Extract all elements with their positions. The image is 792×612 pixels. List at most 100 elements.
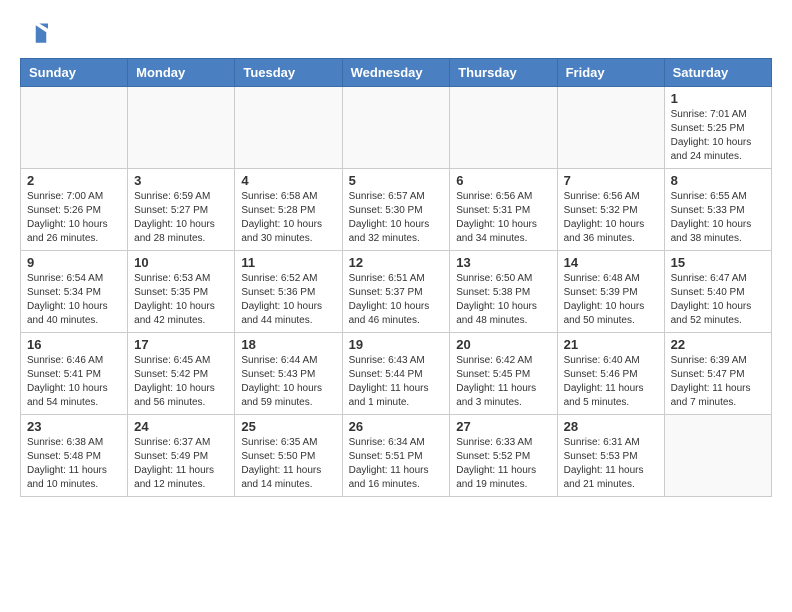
calendar-day-cell: 14 Sunrise: 6:48 AM Sunset: 5:39 PM Dayli… (557, 251, 664, 333)
day-info: Sunrise: 6:57 AM Sunset: 5:30 PM Dayligh… (349, 190, 444, 246)
calendar-day-cell (235, 87, 342, 169)
day-info: Sunrise: 6:34 AM Sunset: 5:51 PM Dayligh… (349, 436, 444, 492)
day-info: Sunrise: 6:47 AM Sunset: 5:40 PM Dayligh… (671, 272, 765, 328)
day-info: Sunrise: 7:01 AM Sunset: 5:25 PM Dayligh… (671, 108, 765, 164)
calendar-day-cell: 17 Sunrise: 6:45 AM Sunset: 5:42 PM Dayli… (128, 333, 235, 415)
calendar-week-row: 23 Sunrise: 6:38 AM Sunset: 5:48 PM Dayli… (21, 415, 772, 497)
day-info: Sunrise: 6:56 AM Sunset: 5:32 PM Dayligh… (564, 190, 658, 246)
day-number: 12 (349, 255, 444, 270)
calendar-day-cell: 16 Sunrise: 6:46 AM Sunset: 5:41 PM Dayli… (21, 333, 128, 415)
day-info: Sunrise: 6:42 AM Sunset: 5:45 PM Dayligh… (456, 354, 550, 410)
day-number: 14 (564, 255, 658, 270)
day-info: Sunrise: 6:50 AM Sunset: 5:38 PM Dayligh… (456, 272, 550, 328)
day-info: Sunrise: 6:46 AM Sunset: 5:41 PM Dayligh… (27, 354, 121, 410)
day-number: 3 (134, 173, 228, 188)
weekday-header: Tuesday (235, 59, 342, 87)
day-number: 1 (671, 91, 765, 106)
calendar-day-cell: 10Sunrise: 6:53 AM Sunset: 5:35 PM Dayli… (128, 251, 235, 333)
day-number: 6 (456, 173, 550, 188)
calendar-week-row: 16 Sunrise: 6:46 AM Sunset: 5:41 PM Dayli… (21, 333, 772, 415)
calendar-day-cell: 22 Sunrise: 6:39 AM Sunset: 5:47 PM Dayli… (664, 333, 771, 415)
day-number: 19 (349, 337, 444, 352)
weekday-header: Saturday (664, 59, 771, 87)
day-number: 15 (671, 255, 765, 270)
day-info: Sunrise: 6:54 AM Sunset: 5:34 PM Dayligh… (27, 272, 121, 328)
day-number: 24 (134, 419, 228, 434)
calendar-day-cell: 3 Sunrise: 6:59 AM Sunset: 5:27 PM Daylig… (128, 169, 235, 251)
calendar-day-cell: 8 Sunrise: 6:55 AM Sunset: 5:33 PM Daylig… (664, 169, 771, 251)
logo-icon (20, 20, 48, 48)
day-number: 21 (564, 337, 658, 352)
day-number: 17 (134, 337, 228, 352)
calendar-day-cell (450, 87, 557, 169)
calendar-day-cell: 7Sunrise: 6:56 AM Sunset: 5:32 PM Daylig… (557, 169, 664, 251)
calendar-day-cell: 12 Sunrise: 6:51 AM Sunset: 5:37 PM Dayli… (342, 251, 450, 333)
day-number: 23 (27, 419, 121, 434)
weekday-header: Wednesday (342, 59, 450, 87)
day-info: Sunrise: 6:39 AM Sunset: 5:47 PM Dayligh… (671, 354, 765, 410)
day-info: Sunrise: 6:43 AM Sunset: 5:44 PM Dayligh… (349, 354, 444, 410)
calendar-day-cell (557, 87, 664, 169)
day-info: Sunrise: 6:33 AM Sunset: 5:52 PM Dayligh… (456, 436, 550, 492)
calendar-day-cell: 28 Sunrise: 6:31 AM Sunset: 5:53 PM Dayli… (557, 415, 664, 497)
calendar-day-cell: 6 Sunrise: 6:56 AM Sunset: 5:31 PM Daylig… (450, 169, 557, 251)
calendar-day-cell: 24 Sunrise: 6:37 AM Sunset: 5:49 PM Dayli… (128, 415, 235, 497)
day-number: 16 (27, 337, 121, 352)
day-info: Sunrise: 6:40 AM Sunset: 5:46 PM Dayligh… (564, 354, 658, 410)
day-info: Sunrise: 6:59 AM Sunset: 5:27 PM Dayligh… (134, 190, 228, 246)
calendar-week-row: 9 Sunrise: 6:54 AM Sunset: 5:34 PM Daylig… (21, 251, 772, 333)
page-header (20, 20, 772, 48)
calendar-day-cell: 21 Sunrise: 6:40 AM Sunset: 5:46 PM Dayli… (557, 333, 664, 415)
calendar-day-cell (21, 87, 128, 169)
weekday-header: Sunday (21, 59, 128, 87)
calendar-day-cell (128, 87, 235, 169)
day-info: Sunrise: 6:45 AM Sunset: 5:42 PM Dayligh… (134, 354, 228, 410)
day-info: Sunrise: 6:37 AM Sunset: 5:49 PM Dayligh… (134, 436, 228, 492)
calendar-day-cell: 23 Sunrise: 6:38 AM Sunset: 5:48 PM Dayli… (21, 415, 128, 497)
calendar-day-cell: 1 Sunrise: 7:01 AM Sunset: 5:25 PM Daylig… (664, 87, 771, 169)
day-number: 5 (349, 173, 444, 188)
day-number: 25 (241, 419, 335, 434)
day-number: 20 (456, 337, 550, 352)
day-number: 26 (349, 419, 444, 434)
day-info: Sunrise: 6:44 AM Sunset: 5:43 PM Dayligh… (241, 354, 335, 410)
day-info: Sunrise: 6:55 AM Sunset: 5:33 PM Dayligh… (671, 190, 765, 246)
day-info: Sunrise: 6:53 AM Sunset: 5:35 PM Dayligh… (134, 272, 228, 328)
day-info: Sunrise: 6:56 AM Sunset: 5:31 PM Dayligh… (456, 190, 550, 246)
calendar-day-cell: 13 Sunrise: 6:50 AM Sunset: 5:38 PM Dayli… (450, 251, 557, 333)
calendar-day-cell: 20 Sunrise: 6:42 AM Sunset: 5:45 PM Dayli… (450, 333, 557, 415)
day-info: Sunrise: 7:00 AM Sunset: 5:26 PM Dayligh… (27, 190, 121, 246)
calendar-day-cell: 25 Sunrise: 6:35 AM Sunset: 5:50 PM Dayli… (235, 415, 342, 497)
calendar-day-cell: 9 Sunrise: 6:54 AM Sunset: 5:34 PM Daylig… (21, 251, 128, 333)
day-number: 8 (671, 173, 765, 188)
weekday-header: Friday (557, 59, 664, 87)
day-number: 28 (564, 419, 658, 434)
day-number: 11 (241, 255, 335, 270)
day-number: 18 (241, 337, 335, 352)
calendar-day-cell: 15 Sunrise: 6:47 AM Sunset: 5:40 PM Dayli… (664, 251, 771, 333)
calendar-day-cell: 26 Sunrise: 6:34 AM Sunset: 5:51 PM Dayli… (342, 415, 450, 497)
calendar-day-cell (664, 415, 771, 497)
weekday-header: Monday (128, 59, 235, 87)
day-info: Sunrise: 6:38 AM Sunset: 5:48 PM Dayligh… (27, 436, 121, 492)
day-info: Sunrise: 6:31 AM Sunset: 5:53 PM Dayligh… (564, 436, 658, 492)
day-number: 22 (671, 337, 765, 352)
calendar-day-cell: 11Sunrise: 6:52 AM Sunset: 5:36 PM Dayli… (235, 251, 342, 333)
day-number: 2 (27, 173, 121, 188)
day-info: Sunrise: 6:58 AM Sunset: 5:28 PM Dayligh… (241, 190, 335, 246)
calendar-table: SundayMondayTuesdayWednesdayThursdayFrid… (20, 58, 772, 497)
day-info: Sunrise: 6:35 AM Sunset: 5:50 PM Dayligh… (241, 436, 335, 492)
calendar-day-cell (342, 87, 450, 169)
calendar-day-cell: 5 Sunrise: 6:57 AM Sunset: 5:30 PM Daylig… (342, 169, 450, 251)
calendar-day-cell: 19 Sunrise: 6:43 AM Sunset: 5:44 PM Dayli… (342, 333, 450, 415)
day-info: Sunrise: 6:48 AM Sunset: 5:39 PM Dayligh… (564, 272, 658, 328)
calendar-week-row: 2 Sunrise: 7:00 AM Sunset: 5:26 PM Daylig… (21, 169, 772, 251)
day-number: 9 (27, 255, 121, 270)
day-number: 27 (456, 419, 550, 434)
day-number: 13 (456, 255, 550, 270)
day-info: Sunrise: 6:51 AM Sunset: 5:37 PM Dayligh… (349, 272, 444, 328)
calendar-day-cell: 2 Sunrise: 7:00 AM Sunset: 5:26 PM Daylig… (21, 169, 128, 251)
logo (20, 20, 52, 48)
calendar-day-cell: 4Sunrise: 6:58 AM Sunset: 5:28 PM Daylig… (235, 169, 342, 251)
weekday-header: Thursday (450, 59, 557, 87)
